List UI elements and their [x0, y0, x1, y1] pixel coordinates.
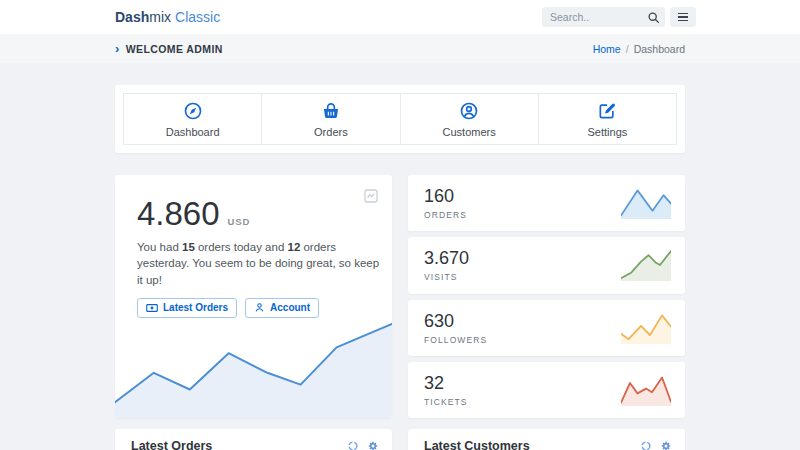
app-logo[interactable]: DashmixClassic: [115, 9, 220, 25]
latest-orders-title: Latest Orders: [131, 439, 212, 450]
earnings-summary: You had 15 orders today and 12 orders ye…: [137, 239, 383, 289]
stat-value: 3.670: [424, 248, 469, 269]
nav-item-dashboard[interactable]: Dashboard: [124, 94, 262, 144]
header-bar: DashmixClassic: [0, 0, 800, 34]
earnings-area-chart: [115, 312, 392, 418]
settings-button[interactable]: [367, 440, 379, 450]
latest-customers-title: Latest Customers: [424, 439, 530, 450]
search-icon: [647, 11, 660, 24]
brand-flavor: Classic: [175, 9, 220, 25]
latest-customers-card: Latest Customers: [408, 429, 685, 450]
person-circle-icon: [459, 101, 479, 121]
orders-sparkline-chart: [621, 187, 671, 219]
stat-value: 630: [424, 311, 487, 332]
earnings-card: 4.860 USD You had 15 orders today and 12…: [115, 175, 392, 418]
quick-nav-card: Dashboard Orders Customers Settings: [115, 85, 685, 153]
earnings-currency: USD: [228, 216, 250, 227]
menu-toggle-button[interactable]: [670, 7, 696, 27]
refresh-icon: [347, 440, 359, 450]
nav-item-customers[interactable]: Customers: [401, 94, 539, 144]
breadcrumb-separator: /: [626, 43, 629, 55]
refresh-button[interactable]: [640, 440, 652, 450]
page-heading-bar: › WELCOME ADMIN Home / Dashboard: [0, 34, 800, 63]
nav-item-settings[interactable]: Settings: [539, 94, 676, 144]
followers-sparkline-chart: [621, 312, 671, 344]
chart-icon: [363, 188, 379, 204]
breadcrumb-current: Dashboard: [634, 43, 685, 55]
search-box: [542, 7, 665, 27]
stat-label: TICKETS: [424, 397, 468, 407]
stat-label: ORDERS: [424, 210, 467, 220]
stat-card-orders: 160 ORDERS: [408, 175, 685, 231]
breadcrumb-home-link[interactable]: Home: [593, 43, 621, 55]
brand-regular: mix: [149, 9, 171, 25]
stat-value: 32: [424, 373, 468, 394]
refresh-icon: [640, 440, 652, 450]
compass-icon: [183, 101, 203, 121]
tickets-sparkline-chart: [621, 374, 671, 406]
main-content: Dashboard Orders Customers Settings 4.86…: [0, 63, 800, 450]
page-title-text: WELCOME ADMIN: [126, 43, 223, 55]
settings-button[interactable]: [660, 440, 672, 450]
nav-item-label: Dashboard: [166, 126, 220, 138]
stat-card-followers: 630 FOLLOWERS: [408, 300, 685, 356]
nav-item-label: Settings: [588, 126, 628, 138]
latest-orders-card: Latest Orders: [115, 429, 392, 450]
hamburger-icon: [678, 13, 688, 21]
nav-item-label: Orders: [314, 126, 348, 138]
shopping-bag-icon: [321, 101, 341, 121]
brand-bold: Dash: [115, 9, 149, 25]
breadcrumb: Home / Dashboard: [593, 43, 685, 55]
stat-card-visits: 3.670 VISITS: [408, 237, 685, 293]
nav-item-label: Customers: [443, 126, 496, 138]
stat-card-tickets: 32 TICKETS: [408, 362, 685, 418]
gear-icon: [367, 440, 379, 450]
gear-icon: [660, 440, 672, 450]
edit-icon: [597, 101, 617, 121]
refresh-button[interactable]: [347, 440, 359, 450]
visits-sparkline-chart: [621, 249, 671, 281]
page-title: › WELCOME ADMIN: [115, 42, 223, 55]
nav-item-orders[interactable]: Orders: [262, 94, 400, 144]
earnings-amount: 4.860: [137, 197, 220, 232]
stat-label: FOLLOWERS: [424, 335, 487, 345]
search-button[interactable]: [643, 7, 663, 27]
stat-value: 160: [424, 186, 467, 207]
stat-label: VISITS: [424, 272, 469, 282]
chevron-right-icon: ›: [115, 42, 120, 55]
